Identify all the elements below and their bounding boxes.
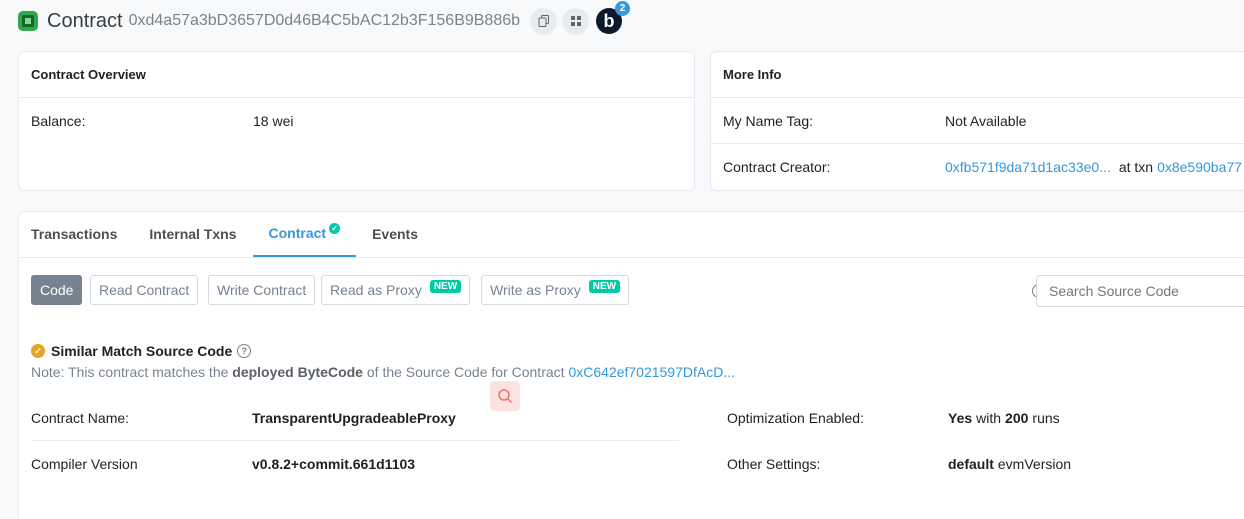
creator-address-link[interactable]: 0xfb571f9da71d1ac33e0... — [945, 159, 1111, 175]
note-middle: of the Source Code for Contract — [366, 364, 565, 380]
note-bold: deployed ByteCode — [232, 364, 363, 380]
verified-check-icon: ✓ — [329, 222, 341, 234]
tab-label: Contract — [268, 225, 327, 241]
contract-tabs-card: Transactions Internal Txns Contract ✓ Eve… — [18, 211, 1244, 519]
match-title-text: Similar Match Source Code — [51, 343, 233, 359]
compiler-label: Compiler Version — [31, 456, 138, 472]
new-badge: NEW — [429, 279, 462, 293]
tab-contract[interactable]: Contract ✓ — [252, 212, 357, 257]
write-as-proxy-button[interactable]: Write as Proxy NEW — [481, 275, 630, 305]
similar-contract-link[interactable]: 0xC642ef7021597DfAcD... — [568, 364, 735, 380]
search-source-code-input[interactable] — [1036, 275, 1244, 307]
details-left: Contract Name: TransparentUpgradeablePro… — [31, 395, 679, 487]
other-settings-label: Other Settings: — [727, 456, 821, 472]
other-settings-bold: default — [948, 456, 994, 472]
copy-icon[interactable] — [530, 7, 558, 35]
page-title: Contract — [47, 9, 123, 32]
creator-label: Contract Creator: — [723, 159, 831, 175]
contract-name-label: Contract Name: — [31, 409, 130, 426]
tab-events[interactable]: Events — [356, 212, 434, 257]
optimization-runs-number: 200 — [1005, 410, 1029, 426]
compiler-value: v0.8.2+commit.661d1103 — [252, 456, 416, 472]
match-help-icon[interactable]: ? — [237, 344, 252, 358]
contract-name-value: TransparentUpgradeableProxy — [252, 409, 456, 426]
balance-value: 18 wei — [253, 113, 294, 129]
optimization-label: Optimization Enabled: — [727, 410, 864, 426]
name-tag-value: Not Available — [945, 112, 1027, 129]
write-contract-button[interactable]: Write Contract — [208, 275, 316, 305]
match-note: Note: This contract matches the deployed… — [31, 364, 735, 380]
contract-overview-heading: Contract Overview — [19, 52, 694, 98]
code-button[interactable]: Code — [31, 275, 83, 305]
check-circle-icon: ✓ — [31, 344, 45, 358]
contract-overview-card: Contract Overview Balance: 18 wei — [18, 51, 695, 191]
optimization-yes: Yes — [948, 410, 973, 426]
match-title: ✓ Similar Match Source Code ? — [31, 343, 252, 359]
other-settings-row: Other Settings: default evmVersion — [727, 441, 1244, 487]
other-settings-rest: evmVersion — [997, 456, 1072, 472]
optimization-runs-word: runs — [1032, 410, 1060, 426]
details-right: Optimization Enabled: Yes with 200 runs … — [727, 395, 1244, 487]
tab-label: Transactions — [31, 226, 118, 242]
blockscan-count-badge: 2 — [615, 1, 631, 16]
optimization-with: with — [976, 410, 1002, 426]
more-info-card: More Info My Name Tag: Not Available Con… — [710, 51, 1244, 191]
new-badge: NEW — [588, 279, 621, 293]
contract-logo-icon — [18, 11, 38, 31]
tab-label: Internal Txns — [149, 226, 237, 242]
balance-label: Balance: — [31, 113, 86, 129]
tab-internal-txns[interactable]: Internal Txns — [133, 212, 252, 257]
page-header: Contract 0xd4a57a3bD3657D0d46B4C5bAC12b3… — [18, 1, 1244, 36]
note-prefix: Note: This contract matches the — [31, 364, 229, 380]
creation-txn-link[interactable]: 0x8e590ba77 — [1157, 159, 1242, 175]
tab-label: Events — [372, 226, 418, 242]
blockscan-letter: b — [603, 10, 615, 31]
qr-code-icon[interactable] — [562, 7, 590, 35]
read-contract-button[interactable]: Read Contract — [90, 275, 199, 305]
read-as-proxy-button[interactable]: Read as Proxy NEW — [321, 275, 471, 305]
compiler-row: Compiler Version v0.8.2+commit.661d1103 — [31, 441, 679, 487]
blockscan-icon[interactable]: b 2 — [596, 1, 631, 34]
tab-bar: Transactions Internal Txns Contract ✓ Eve… — [19, 212, 1244, 258]
optimization-row: Optimization Enabled: Yes with 200 runs — [727, 395, 1244, 441]
creator-row: Contract Creator: 0xfb571f9da71d1ac33e0.… — [711, 144, 1244, 190]
name-tag-row: My Name Tag: Not Available — [711, 98, 1244, 144]
more-info-heading: More Info — [711, 52, 1244, 98]
contract-address: 0xd4a57a3bD3657D0d46B4C5bAC12b3F156B9B88… — [128, 12, 521, 29]
balance-row: Balance: 18 wei — [19, 98, 694, 144]
tab-transactions[interactable]: Transactions — [31, 212, 133, 257]
name-tag-label: My Name Tag: — [723, 112, 813, 129]
write-as-proxy-label: Write as Proxy — [490, 282, 581, 298]
at-txn-label: at txn — [1118, 159, 1154, 175]
read-as-proxy-label: Read as Proxy — [330, 282, 422, 298]
contract-name-row: Contract Name: TransparentUpgradeablePro… — [31, 395, 679, 441]
